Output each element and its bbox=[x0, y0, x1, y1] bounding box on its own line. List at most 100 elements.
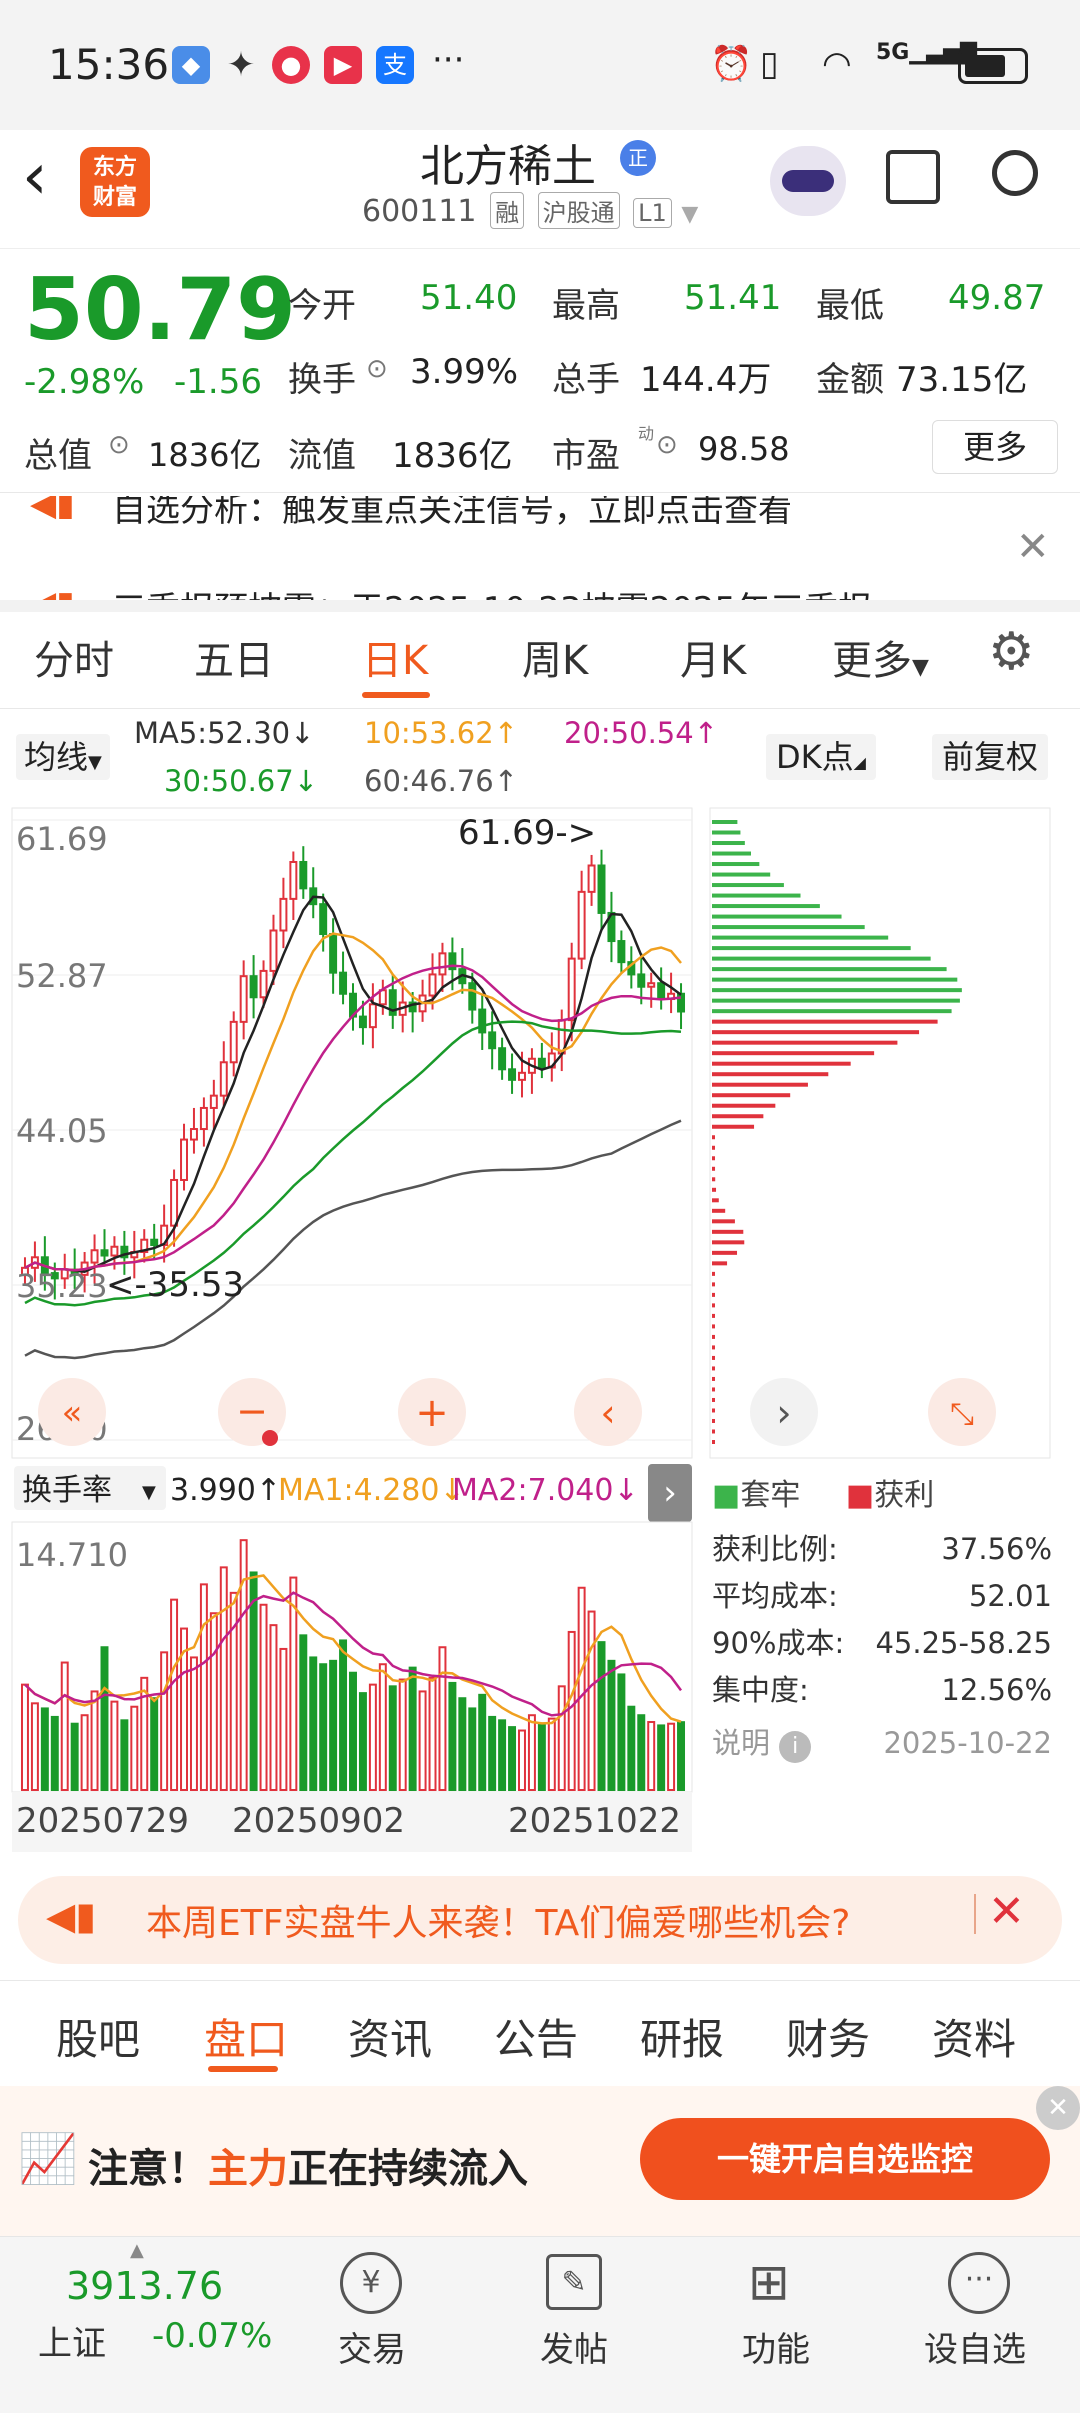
tab-financials[interactable]: 财务 bbox=[786, 2006, 870, 2067]
more-circle-icon[interactable]: ··· bbox=[948, 2252, 1010, 2314]
chip-bar bbox=[712, 1166, 716, 1171]
nav-add-watchlist[interactable]: 设自选 bbox=[924, 2322, 1026, 2371]
info-icon[interactable]: ⊙ bbox=[108, 430, 130, 460]
tab-announcements[interactable]: 公告 bbox=[494, 2006, 578, 2067]
tab-more[interactable]: 更多▼ bbox=[832, 628, 929, 686]
high-annotation: 61.69-> bbox=[458, 813, 596, 853]
turnover-bar bbox=[30, 1702, 39, 1792]
turnover-bar bbox=[189, 1656, 198, 1792]
chip-bar bbox=[712, 1208, 726, 1213]
turnover-bar bbox=[309, 1656, 318, 1792]
turnover-bar bbox=[438, 1646, 447, 1792]
turnover-bar bbox=[160, 1651, 169, 1792]
search-icon[interactable] bbox=[992, 150, 1038, 196]
brand-logo[interactable]: 东方 财富 bbox=[80, 147, 150, 217]
turnover-bar bbox=[567, 1630, 576, 1792]
tab-forum[interactable]: 股吧 bbox=[56, 2006, 140, 2067]
divider bbox=[0, 708, 1080, 709]
chip-bar bbox=[712, 1019, 938, 1024]
chip-bar bbox=[712, 998, 960, 1003]
index-value[interactable]: 3913.76 bbox=[66, 2264, 223, 2308]
divider bbox=[974, 1894, 976, 1934]
close-icon[interactable]: ✕ bbox=[988, 1886, 1025, 1937]
info-icon[interactable]: ⊙ bbox=[366, 354, 388, 384]
tab-news[interactable]: 资讯 bbox=[348, 2006, 432, 2067]
chip-bar bbox=[712, 1376, 715, 1381]
turnover-bar bbox=[398, 1678, 407, 1792]
float-label: 流值 bbox=[288, 436, 356, 476]
back-icon[interactable]: ‹ bbox=[22, 140, 48, 214]
tab-orderbook[interactable]: 盘口 bbox=[204, 2006, 288, 2067]
candle bbox=[299, 860, 308, 890]
tab-weekly-k[interactable]: 周K bbox=[522, 628, 588, 686]
volume-ytick: 14.710 bbox=[16, 1536, 128, 1574]
turnover-bar bbox=[349, 1671, 357, 1792]
turnover-bar bbox=[547, 1717, 556, 1792]
chip-bar bbox=[712, 1408, 715, 1413]
enable-monitor-button[interactable]: 一键开启自选监控 bbox=[640, 2118, 1050, 2200]
chip-note-label[interactable]: 说明 bbox=[712, 1726, 770, 1760]
close-icon[interactable]: ✕ bbox=[1016, 524, 1050, 570]
stock-code-row: 600111 融 沪股通 L1 ▼ bbox=[362, 192, 698, 229]
turnover-bar bbox=[508, 1726, 517, 1792]
turnover-bar bbox=[110, 1700, 119, 1792]
tag-margin: 融 bbox=[490, 192, 525, 229]
chip-date: 2025-10-22 bbox=[883, 1726, 1052, 1760]
chip-bar bbox=[712, 1124, 755, 1129]
adjust-button[interactable]: 前复权 bbox=[932, 734, 1049, 780]
dk-point-button[interactable]: DK点◢ bbox=[766, 734, 876, 780]
turnover-bar bbox=[199, 1583, 208, 1792]
corner-icon: ◢ bbox=[853, 753, 866, 772]
dropdown-icon[interactable]: ▼ bbox=[681, 202, 698, 227]
candle bbox=[329, 933, 338, 974]
chip-bar bbox=[712, 1061, 851, 1066]
dk-point-label: DK点 bbox=[776, 738, 854, 776]
trade-icon[interactable]: ¥ bbox=[340, 2252, 402, 2314]
chip-bar bbox=[712, 1145, 716, 1150]
turnover-bar bbox=[468, 1707, 477, 1792]
chip-bar bbox=[712, 988, 962, 993]
nav-trade[interactable]: 交易 bbox=[338, 2322, 406, 2371]
candle bbox=[319, 903, 328, 936]
promo-text[interactable]: 本周ETF实盘牛人来袭！TA们偏爱哪些机会? bbox=[146, 1894, 850, 1946]
nav-post[interactable]: 发帖 bbox=[540, 2322, 608, 2371]
change-amount: -1.56 bbox=[174, 362, 262, 402]
tab-intraday[interactable]: 分时 bbox=[34, 628, 114, 686]
candle bbox=[587, 864, 596, 893]
close-icon[interactable]: ✕ bbox=[1036, 2086, 1080, 2130]
turnover-bar bbox=[418, 1690, 427, 1792]
info-icon[interactable]: ⊙ bbox=[656, 430, 678, 460]
grid-icon[interactable]: ⊞ bbox=[748, 2254, 790, 2310]
tab-research[interactable]: 研报 bbox=[640, 2006, 724, 2067]
info-icon[interactable]: i bbox=[779, 1731, 812, 1763]
candle bbox=[368, 1003, 377, 1029]
chip-row: 平均成本: 52.01 bbox=[712, 1573, 1052, 1620]
turnover-bar bbox=[388, 1685, 397, 1792]
nav-functions[interactable]: 功能 bbox=[742, 2322, 810, 2371]
share-icon[interactable] bbox=[886, 150, 940, 204]
chip-bar bbox=[712, 1072, 829, 1077]
notice-item[interactable]: 自选分析：触发重点关注信号，立即点击查看 bbox=[112, 496, 792, 531]
chip-bar bbox=[712, 1282, 715, 1287]
tab-five-day[interactable]: 五日 bbox=[194, 628, 274, 686]
chip-bar bbox=[712, 1345, 715, 1350]
notice-item[interactable]: 三季报预披露：于2025-10-23披露2025年三季报 bbox=[112, 582, 872, 600]
record-icon: ● bbox=[272, 46, 310, 84]
active-tab-indicator bbox=[208, 2066, 278, 2072]
tab-daily-k[interactable]: 日K bbox=[362, 628, 428, 686]
notice-bar[interactable]: ◀▮ 自选分析：触发重点关注信号，立即点击查看 ◀▮ 三季报预披露：于2025-… bbox=[0, 496, 1080, 600]
candle bbox=[339, 971, 348, 995]
expand-icon: ⤡ bbox=[950, 1397, 974, 1432]
ma-selector[interactable]: 均线▼ bbox=[16, 734, 110, 780]
high-label: 最高 bbox=[552, 286, 620, 326]
low-value: 49.87 bbox=[948, 278, 1046, 318]
tab-monthly-k[interactable]: 月K bbox=[680, 628, 746, 686]
tab-profile[interactable]: 资料 bbox=[932, 2006, 1016, 2067]
ai-assistant-icon[interactable] bbox=[770, 146, 846, 216]
turnover-label: 换手 bbox=[288, 360, 356, 400]
more-button[interactable]: 更多 bbox=[932, 420, 1058, 474]
post-icon[interactable]: ✎ bbox=[546, 2254, 602, 2310]
settings-gear-icon[interactable]: ⚙ bbox=[988, 622, 1035, 682]
wifi-icon: ◠ bbox=[822, 44, 852, 84]
turnover-bar bbox=[319, 1663, 328, 1792]
